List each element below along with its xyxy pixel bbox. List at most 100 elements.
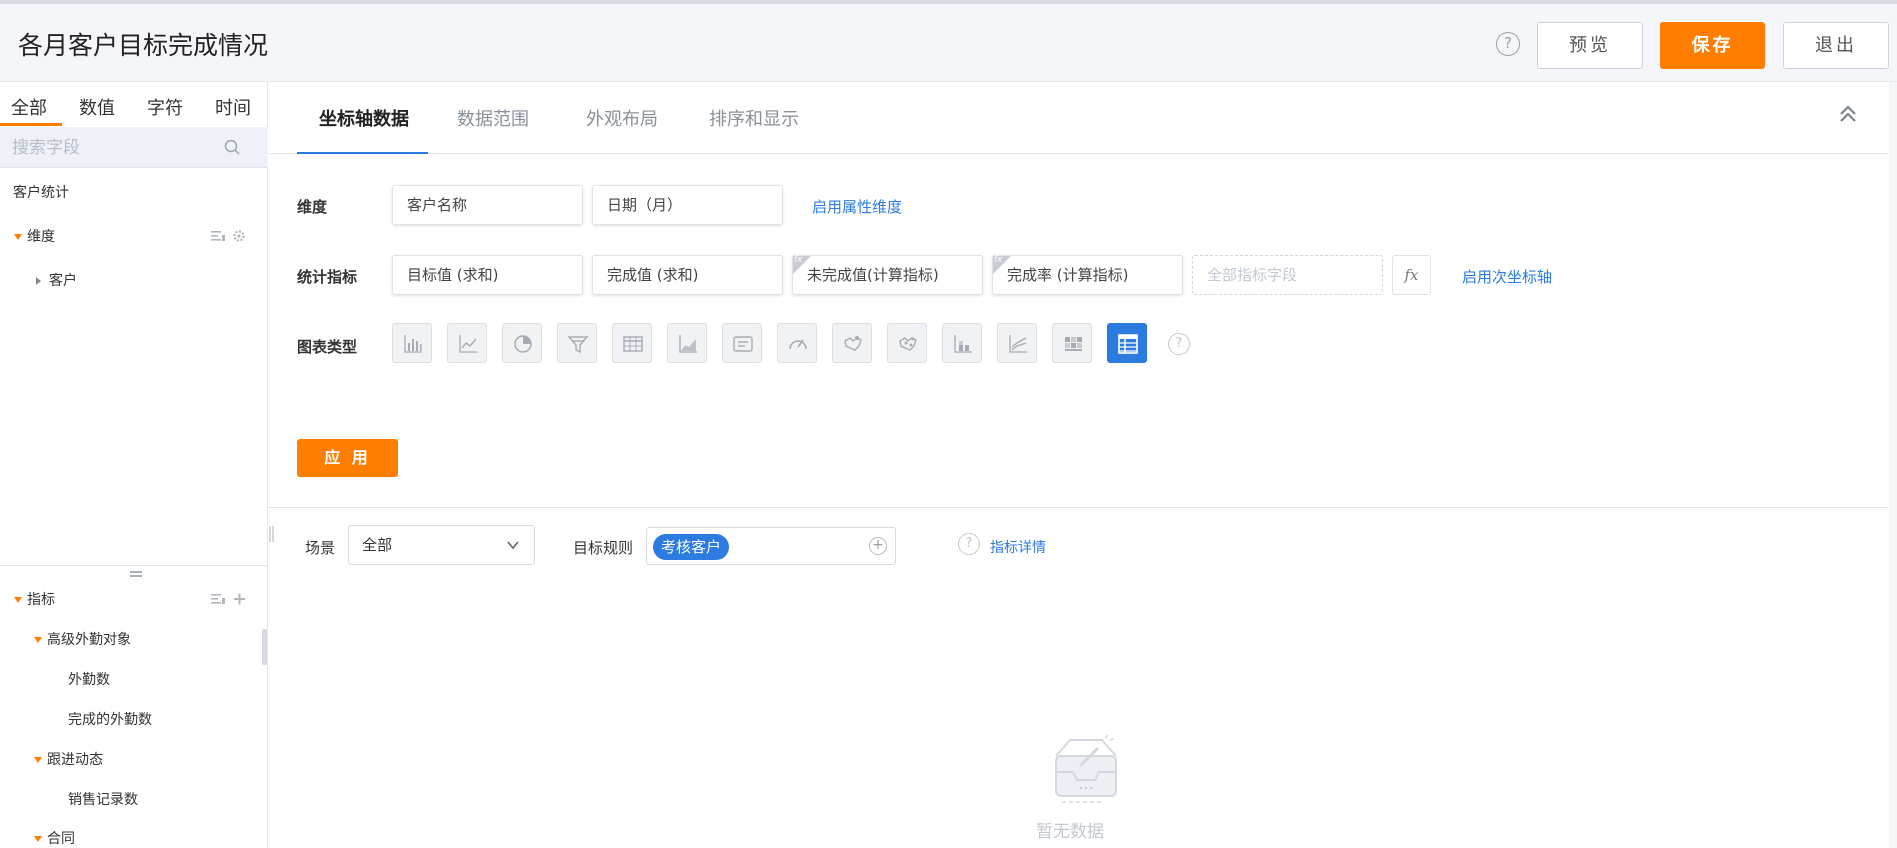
scene-value: 全部 xyxy=(362,536,393,554)
bar-chart-icon[interactable] xyxy=(392,323,432,363)
config-tabs: 坐标轴数据 数据范围 外观布局 排序和显示 xyxy=(268,82,1897,154)
gear-icon[interactable] xyxy=(233,230,245,242)
preview-button[interactable]: 预览 xyxy=(1537,22,1643,69)
active-tab-indicator xyxy=(0,123,62,126)
field-sidebar: 全部 数值 字符 时间 客户统计 维度 客户 指标 xyxy=(0,82,268,848)
help-icon[interactable]: ? xyxy=(1496,32,1520,56)
main-panel: 坐标轴数据 数据范围 外观布局 排序和显示 维度 客户名称 日期（月） 启用属性… xyxy=(268,82,1897,848)
top-bar: 各月客户目标完成情况 ? 预览 保存 退出 xyxy=(0,0,1897,82)
metric-folder-label: 合同 xyxy=(47,831,75,847)
dimension-group[interactable]: 维度 xyxy=(14,226,55,246)
tab-appearance[interactable]: 外观布局 xyxy=(586,105,658,131)
search-input[interactable] xyxy=(12,135,212,160)
pivot-table-icon[interactable] xyxy=(1107,323,1147,363)
metric-field[interactable]: 完成值 (求和) xyxy=(592,255,783,295)
expanded-icon xyxy=(34,836,42,842)
map-icon[interactable] xyxy=(832,323,872,363)
empty-state-text: 暂无数据 xyxy=(1036,822,1104,842)
metric-folder[interactable]: 跟进动态 xyxy=(34,749,103,769)
metric-field-label: 完成率 (计算指标) xyxy=(1007,266,1129,284)
funnel-chart-icon[interactable] xyxy=(557,323,597,363)
field-type-tabs: 全部 数值 字符 时间 xyxy=(0,82,268,127)
metric-group-label: 指标 xyxy=(27,592,55,608)
tab-all[interactable]: 全部 xyxy=(11,94,47,120)
dataset-title: 客户统计 xyxy=(13,185,69,201)
metric-group[interactable]: 指标 xyxy=(14,589,55,609)
save-button[interactable]: 保存 xyxy=(1660,22,1765,69)
stacked-bar-icon[interactable] xyxy=(942,323,982,363)
plus-icon[interactable] xyxy=(234,593,245,605)
dimension-item[interactable]: 客户 xyxy=(36,270,77,290)
exit-button[interactable]: 退出 xyxy=(1783,22,1889,69)
tab-time[interactable]: 时间 xyxy=(215,94,251,120)
add-icon[interactable]: + xyxy=(869,537,887,555)
gauge-icon[interactable] xyxy=(777,323,817,363)
dimension-tools xyxy=(211,230,245,242)
metric-drop-zone[interactable]: 全部指标字段 xyxy=(1192,255,1383,295)
table-icon[interactable] xyxy=(612,323,652,363)
collapsed-icon xyxy=(36,277,41,285)
calculated-metric-field[interactable]: fx 完成率 (计算指标) xyxy=(992,255,1183,295)
scene-label: 场景 xyxy=(305,539,336,557)
section-divider xyxy=(268,507,1897,508)
expanded-icon xyxy=(14,597,22,603)
dimension-field[interactable]: 客户名称 xyxy=(392,185,583,225)
metric-item[interactable]: 销售记录数 xyxy=(68,789,138,809)
line-chart-icon[interactable] xyxy=(447,323,487,363)
pie-chart-icon[interactable] xyxy=(502,323,542,363)
tab-axis-data[interactable]: 坐标轴数据 xyxy=(319,105,409,131)
active-tab-indicator xyxy=(297,152,428,154)
scene-select[interactable]: 全部 xyxy=(348,525,535,565)
tab-data-range[interactable]: 数据范围 xyxy=(457,105,529,131)
target-rule-input[interactable]: 考核客户 + xyxy=(646,527,896,565)
metric-item[interactable]: 完成的外勤数 xyxy=(68,709,152,729)
heatmap-icon[interactable] xyxy=(1052,323,1092,363)
metric-field-label: 未完成值(计算指标) xyxy=(807,266,939,284)
metric-item[interactable]: 外勤数 xyxy=(68,669,110,689)
area-chart-icon[interactable] xyxy=(667,323,707,363)
fx-corner-label: fx xyxy=(994,255,1003,265)
kpi-card-icon[interactable] xyxy=(722,323,762,363)
panel-splitter[interactable] xyxy=(0,565,268,566)
target-rule-tag[interactable]: 考核客户 xyxy=(653,534,730,560)
metric-folder-label: 高级外勤对象 xyxy=(47,632,131,648)
drag-handle-icon[interactable] xyxy=(130,571,142,577)
panel-resize-handle-icon[interactable] xyxy=(268,522,276,546)
sort-icon[interactable] xyxy=(211,231,225,241)
combo-chart-icon[interactable] xyxy=(997,323,1037,363)
sort-icon[interactable] xyxy=(211,594,225,604)
tab-numeric[interactable]: 数值 xyxy=(79,94,115,120)
search-icon[interactable] xyxy=(224,139,241,156)
scatter-map-icon[interactable] xyxy=(887,323,927,363)
tab-string[interactable]: 字符 xyxy=(147,94,183,120)
chart-type-help-icon[interactable]: ? xyxy=(1168,333,1190,355)
dimension-field[interactable]: 日期（月） xyxy=(592,185,783,225)
metric-folder[interactable]: 合同 xyxy=(34,828,75,848)
main-scrollbar[interactable] xyxy=(1889,82,1897,848)
sidebar-scrollbar[interactable] xyxy=(262,629,267,665)
calculated-metric-field[interactable]: fx 未完成值(计算指标) xyxy=(792,255,983,295)
metric-tools xyxy=(211,593,245,605)
metric-folder-label: 跟进动态 xyxy=(47,752,103,768)
enable-secondary-axis-link[interactable]: 启用次坐标轴 xyxy=(1462,266,1552,287)
metric-detail-link[interactable]: 指标详情 xyxy=(990,537,1046,557)
question-icon[interactable]: ? xyxy=(958,533,980,555)
metric-row-label: 统计指标 xyxy=(297,268,358,286)
expanded-icon xyxy=(34,757,42,763)
expanded-icon xyxy=(14,234,22,240)
dimension-row-label: 维度 xyxy=(297,198,328,216)
apply-button[interactable]: 应 用 xyxy=(297,439,398,477)
expanded-icon xyxy=(34,637,42,643)
collapse-up-icon[interactable] xyxy=(1838,104,1858,124)
fx-formula-button[interactable]: fx xyxy=(1392,255,1431,295)
dimension-group-label: 维度 xyxy=(27,229,55,245)
enable-attribute-dimension-link[interactable]: 启用属性维度 xyxy=(812,196,902,217)
chart-type-row-label: 图表类型 xyxy=(297,338,358,356)
chevron-down-icon xyxy=(507,541,519,550)
metric-field[interactable]: 目标值 (求和) xyxy=(392,255,583,295)
fx-corner-label: fx xyxy=(794,255,803,265)
metric-folder[interactable]: 高级外勤对象 xyxy=(34,629,131,649)
tab-sort-display[interactable]: 排序和显示 xyxy=(709,105,799,131)
field-search xyxy=(0,127,268,168)
page-title: 各月客户目标完成情况 xyxy=(18,31,269,60)
